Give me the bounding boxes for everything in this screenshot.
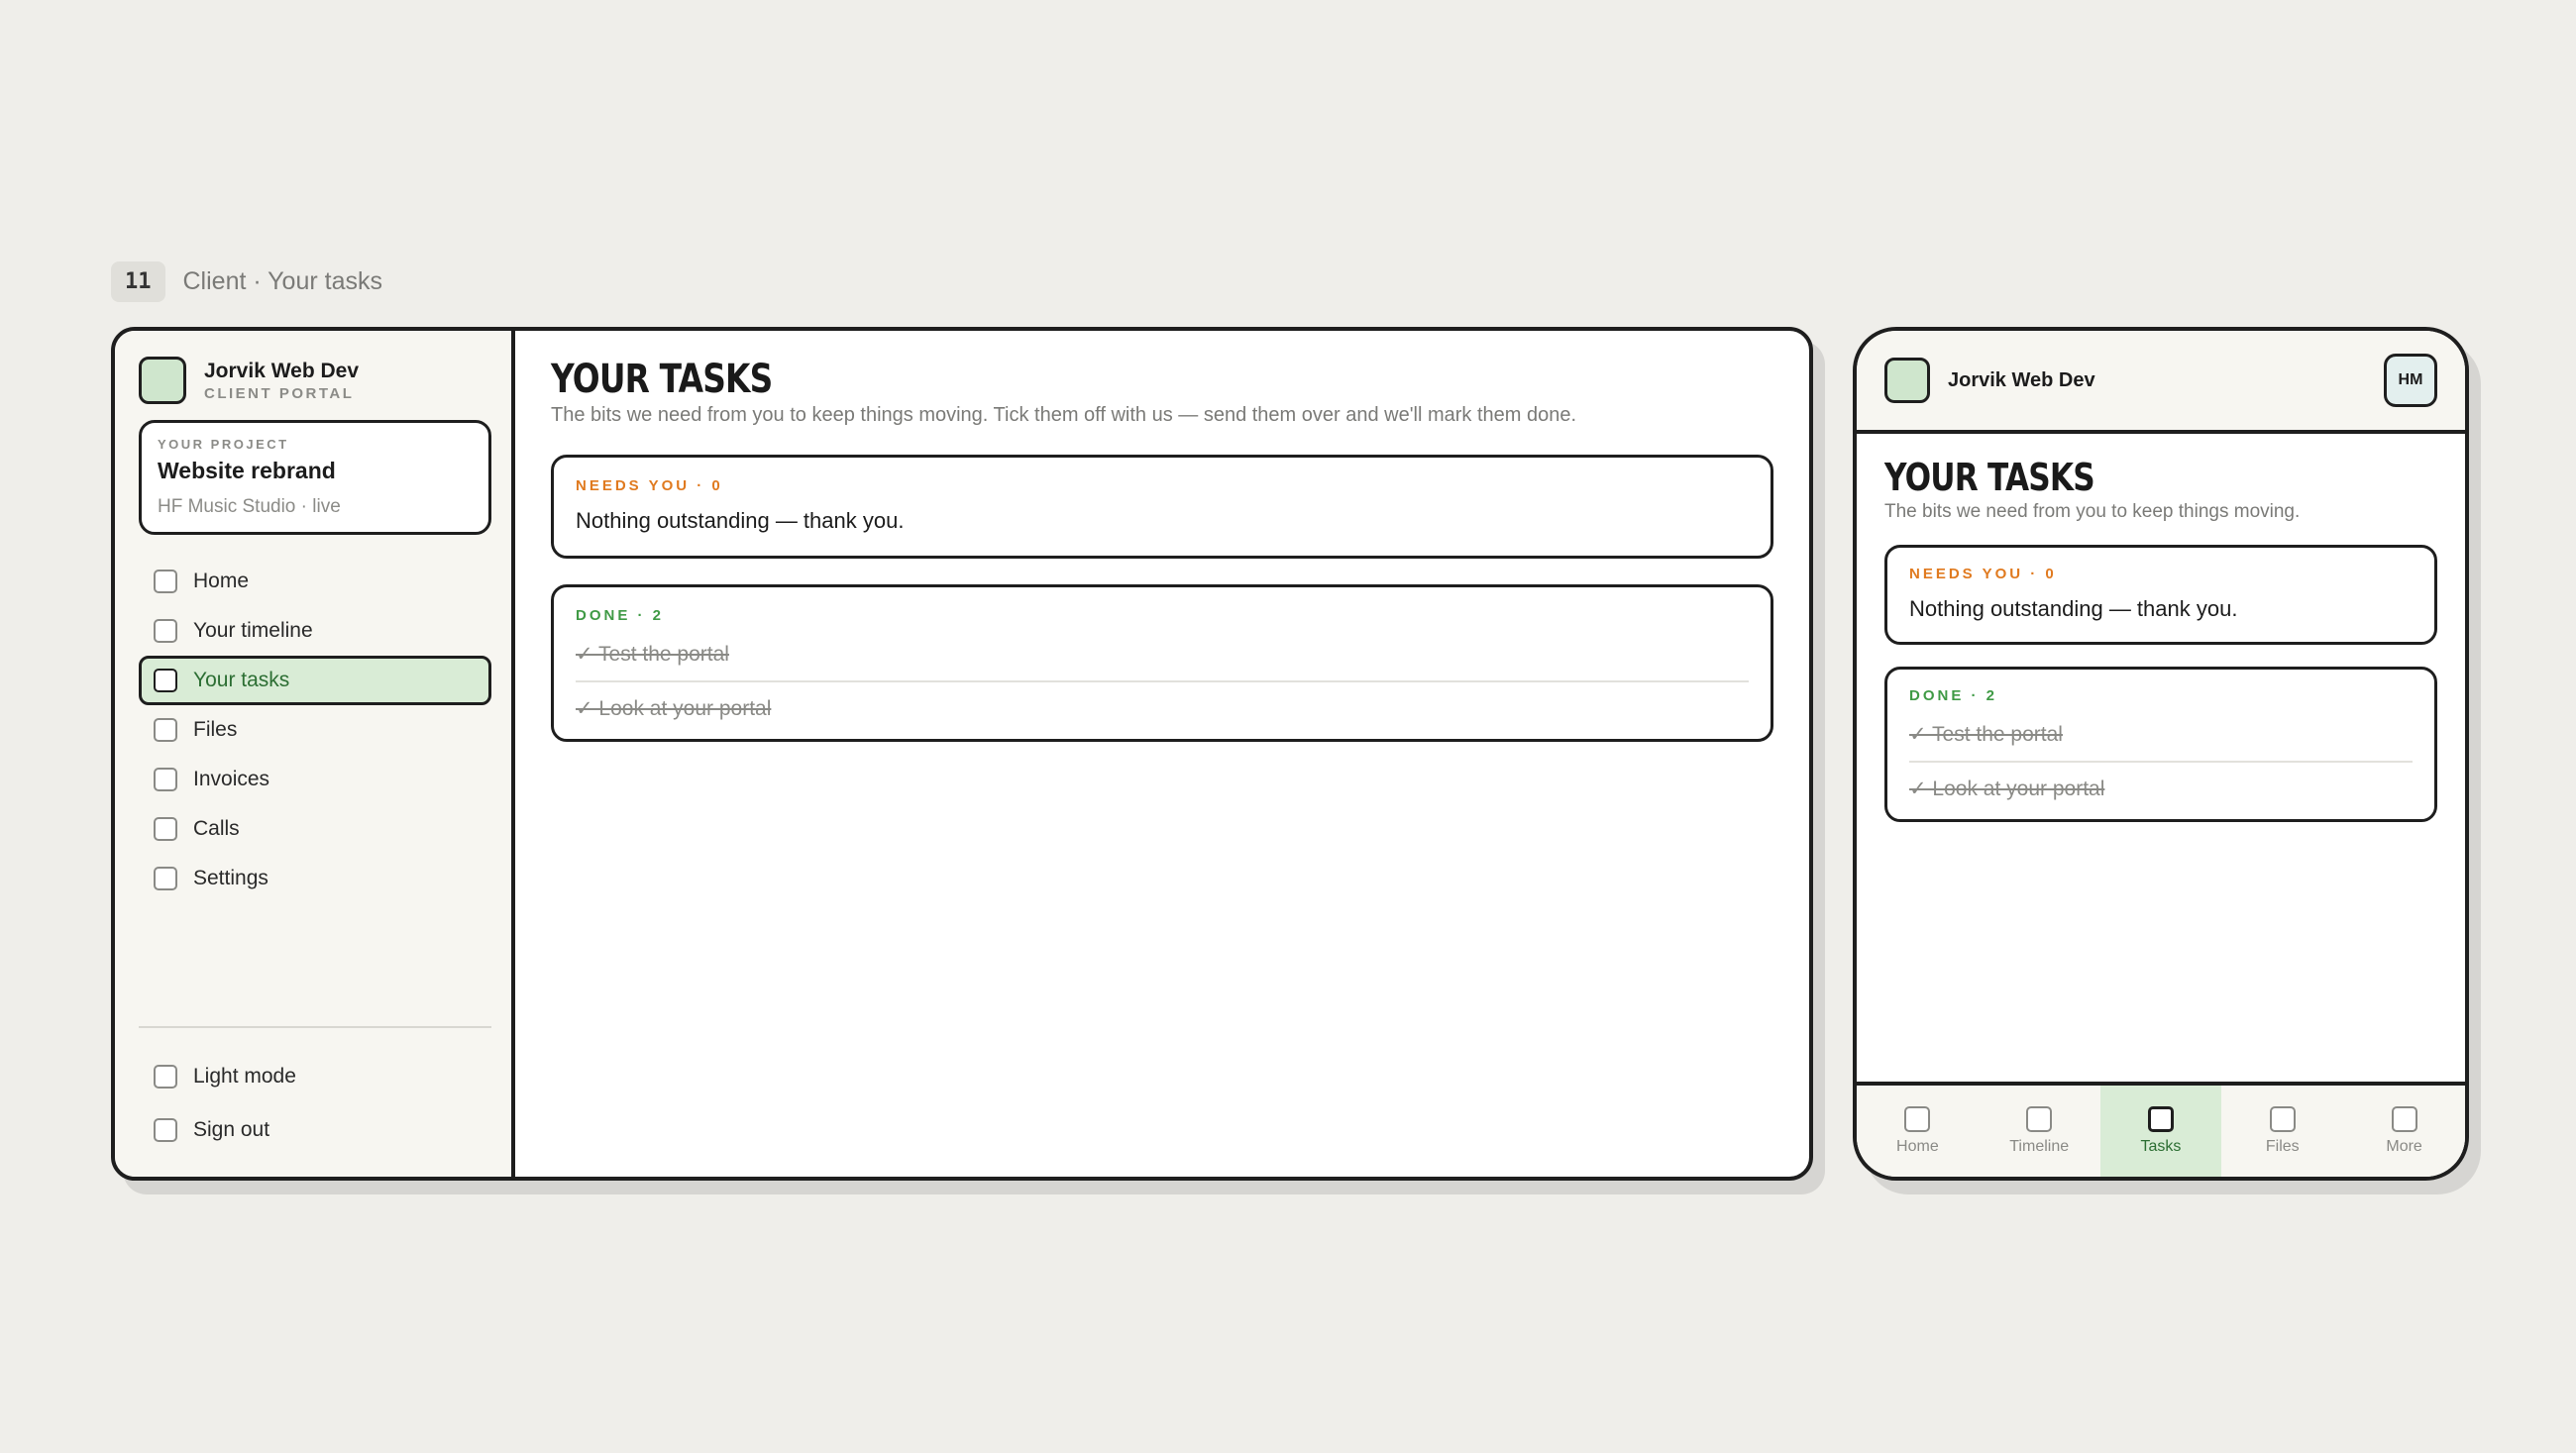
needs-you-card: NEEDS YOU · 0 Nothing outstanding — than… [551,455,1773,559]
checkbox-icon [2391,1106,2417,1132]
checkbox-icon [2026,1106,2053,1132]
light-mode-label: Light mode [193,1065,296,1088]
done-task-item[interactable]: ✓ Test the portal [1909,708,2413,761]
checkbox-icon [154,1118,177,1142]
done-task-item[interactable]: ✓ Look at your portal [576,680,1749,735]
project-label: YOUR PROJECT [158,437,289,452]
needs-you-heading: NEEDS YOU · 0 [576,477,723,494]
done-task-item[interactable]: ✓ Test the portal [576,628,1749,680]
needs-you-empty-text: Nothing outstanding — thank you. [1909,596,2238,621]
sidebar-item-label: Your tasks [193,669,290,691]
sidebar-item-label: Invoices [193,768,270,790]
brand-logo [139,357,186,404]
checkbox-icon [1904,1106,1931,1132]
tab-label: Timeline [2009,1138,2070,1155]
mobile-needs-you-card: NEEDS YOU · 0 Nothing outstanding — than… [1884,545,2437,645]
mobile-frame: Jorvik Web Dev HM YOUR TASKS The bits we… [1853,327,2469,1181]
screen-title: Client · Your tasks [182,267,383,295]
brand-name: Jorvik Web Dev [204,359,360,382]
needs-you-heading: NEEDS YOU · 0 [1909,566,2057,582]
checkbox-icon [2147,1106,2174,1132]
page-subtitle: The bits we need from you to keep things… [551,404,1577,426]
sidebar-item-invoices[interactable]: Invoices [139,755,491,804]
sidebar-item-label: Calls [193,817,240,840]
tab-label: Tasks [2140,1138,2182,1155]
tab-label: Home [1896,1138,1939,1155]
brand: Jorvik Web Dev CLIENT PORTAL [139,357,491,404]
sidebar: Jorvik Web Dev CLIENT PORTAL YOUR PROJEC… [115,331,515,1177]
screen-label: 11 Client · Your tasks [111,261,382,302]
light-mode-toggle[interactable]: Light mode [139,1050,491,1103]
main-content: YOUR TASKS The bits we need from you to … [515,331,1809,1177]
done-heading: DONE · 2 [576,607,665,624]
tab-label: Files [2265,1138,2300,1155]
sidebar-item-tasks[interactable]: Your tasks [139,656,491,705]
sidebar-item-files[interactable]: Files [139,705,491,755]
sidebar-item-label: Home [193,570,250,592]
sign-out-label: Sign out [193,1118,270,1141]
checkbox-icon [154,817,177,841]
brand-logo [1884,358,1930,403]
mobile-tab-bar: Home Timeline Tasks Files More [1857,1082,2465,1177]
desktop-frame: Jorvik Web Dev CLIENT PORTAL YOUR PROJEC… [111,327,1813,1181]
checkbox-icon [154,768,177,791]
mobile-done-card: DONE · 2 ✓ Test the portal ✓ Look at you… [1884,667,2437,822]
tab-timeline[interactable]: Timeline [1979,1086,2100,1177]
checkbox-icon [154,867,177,890]
brand-subtitle: CLIENT PORTAL [204,384,355,402]
checkbox-icon [154,1065,177,1089]
sidebar-item-settings[interactable]: Settings [139,854,491,903]
tab-home[interactable]: Home [1857,1086,1979,1177]
checkbox-icon [154,570,177,593]
mobile-page-title: YOUR TASKS [1884,456,2095,499]
sidebar-item-timeline[interactable]: Your timeline [139,606,491,656]
checkbox-icon [2269,1106,2296,1132]
checkbox-icon [154,619,177,643]
checkbox-icon [154,718,177,742]
sidebar-nav: Home Your timeline Your tasks Files Invo… [139,557,491,903]
done-task-item[interactable]: ✓ Look at your portal [1909,761,2413,815]
sidebar-item-home[interactable]: Home [139,557,491,606]
tab-tasks[interactable]: Tasks [2099,1086,2222,1177]
tab-more[interactable]: More [2343,1086,2465,1177]
sidebar-item-label: Files [193,718,238,741]
mobile-body: YOUR TASKS The bits we need from you to … [1857,434,2465,1082]
tab-files[interactable]: Files [2221,1086,2343,1177]
sidebar-item-label: Settings [193,867,268,889]
screen-number: 11 [111,261,165,302]
project-meta: HF Music Studio · live [158,496,341,517]
mobile-brand-name: Jorvik Web Dev [1948,368,2095,391]
sidebar-item-label: Your timeline [193,619,313,642]
sidebar-item-calls[interactable]: Calls [139,804,491,854]
mobile-page-subtitle: The bits we need from you to keep things… [1884,501,2301,522]
project-name: Website rebrand [158,458,336,483]
checkbox-icon [154,669,177,692]
sign-out-button[interactable]: Sign out [139,1103,491,1157]
tab-label: More [2386,1138,2422,1155]
page-title: YOUR TASKS [551,357,773,402]
avatar[interactable]: HM [2384,354,2437,407]
mobile-header: Jorvik Web Dev HM [1857,331,2465,434]
done-card: DONE · 2 ✓ Test the portal ✓ Look at you… [551,584,1773,742]
needs-you-empty-text: Nothing outstanding — thank you. [576,508,905,533]
sidebar-footer: Light mode Sign out [139,1026,491,1157]
done-heading: DONE · 2 [1909,687,1998,704]
project-card[interactable]: YOUR PROJECT Website rebrand HF Music St… [139,420,491,535]
